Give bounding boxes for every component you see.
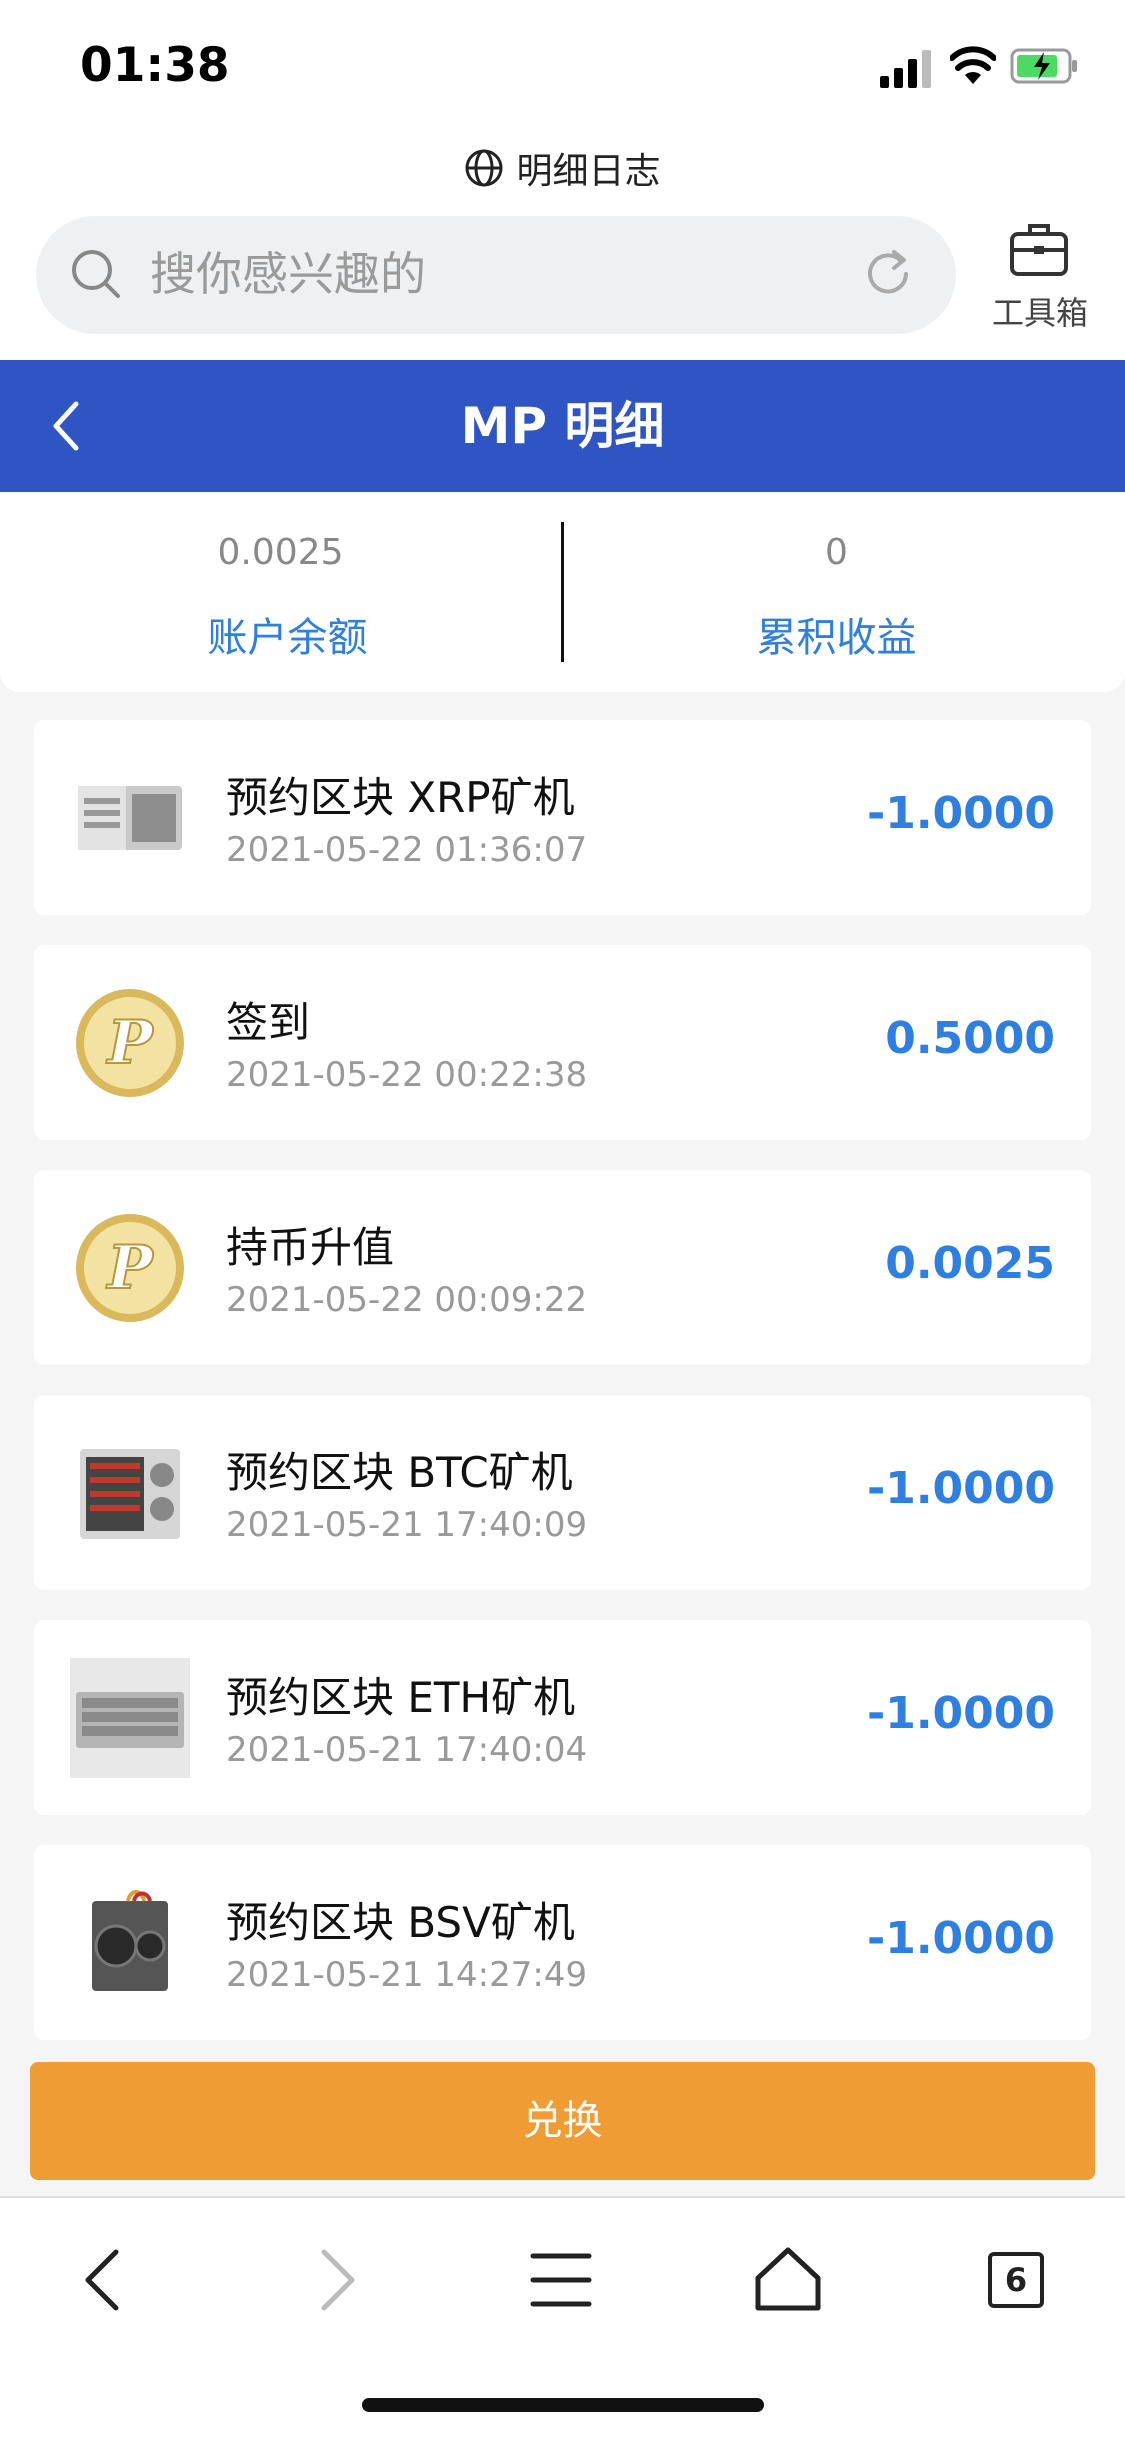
- record-date: 2021-05-22 01:36:07: [226, 830, 588, 870]
- svg-text:P: P: [105, 1008, 154, 1078]
- wifi-icon: [950, 46, 996, 84]
- tabs-button[interactable]: 6: [988, 2252, 1044, 2308]
- exchange-button[interactable]: 兑换: [30, 2062, 1095, 2180]
- record-date: 2021-05-21 17:40:09: [226, 1505, 588, 1545]
- refresh-icon[interactable]: [858, 244, 918, 304]
- search-input[interactable]: 搜你感兴趣的: [150, 246, 426, 302]
- record-name: 预约区块 BTC矿机: [226, 1448, 573, 1497]
- earnings-label: 累积收益: [756, 615, 917, 661]
- record-name: 预约区块 BSV矿机: [226, 1898, 575, 1947]
- list-item[interactable]: 预约区块 XRP矿机 2021-05-22 01:36:07 -1.0000: [34, 720, 1091, 915]
- home-icon[interactable]: [748, 2240, 828, 2320]
- eth-miner-image: [70, 1658, 190, 1778]
- battery-charging-icon: [1010, 48, 1077, 84]
- toolbox-label[interactable]: 工具箱: [985, 288, 1095, 334]
- cellular-signal-icon: [880, 50, 931, 88]
- site-title: 明细日志: [0, 140, 1125, 196]
- bsv-miner-image: [92, 1890, 168, 1991]
- record-date: 2021-05-22 00:22:38: [226, 1055, 588, 1095]
- list-item[interactable]: 预约区块 BSV矿机 2021-05-21 14:27:49 -1.0000: [34, 1845, 1091, 2040]
- record-amount: -1.0000: [866, 1463, 1055, 1514]
- search-icon: [72, 250, 120, 298]
- browser-back-icon[interactable]: [64, 2240, 144, 2320]
- record-name: 签到: [226, 998, 311, 1047]
- p-coin-icon: P: [76, 989, 184, 1097]
- earnings-value: 0: [825, 532, 848, 573]
- record-date: 2021-05-21 17:40:04: [226, 1730, 588, 1770]
- xrp-miner-image: [78, 786, 182, 850]
- record-amount: -1.0000: [866, 1688, 1055, 1739]
- list-item[interactable]: 预约区块 ETH矿机 2021-05-21 17:40:04 -1.0000: [34, 1620, 1091, 1815]
- svg-text:P: P: [105, 1233, 154, 1303]
- status-time: 01:38: [80, 38, 230, 93]
- list-item[interactable]: 预约区块 BTC矿机 2021-05-21 17:40:09 -1.0000: [34, 1395, 1091, 1590]
- list-item[interactable]: P 持币升值 2021-05-22 00:09:22 0.0025: [34, 1170, 1091, 1365]
- globe-icon: [465, 149, 503, 187]
- browser-forward-icon[interactable]: [296, 2240, 376, 2320]
- balance-value: 0.0025: [217, 532, 344, 573]
- balance-label: 账户余额: [207, 615, 368, 661]
- record-name: 预约区块 XRP矿机: [226, 773, 575, 822]
- record-amount: -1.0000: [866, 788, 1055, 839]
- site-title-text: 明细日志: [516, 151, 661, 192]
- p-coin-icon: P: [76, 1214, 184, 1322]
- record-amount: 0.0025: [885, 1238, 1055, 1289]
- record-name: 持币升值: [226, 1223, 395, 1272]
- record-amount: 0.5000: [885, 1013, 1055, 1064]
- list-item[interactable]: P 签到 2021-05-22 00:22:38 0.5000: [34, 945, 1091, 1140]
- record-amount: -1.0000: [866, 1913, 1055, 1964]
- record-date: 2021-05-22 00:09:22: [226, 1280, 588, 1320]
- toolbox-icon[interactable]: [1008, 218, 1070, 280]
- record-date: 2021-05-21 14:27:49: [226, 1955, 588, 1995]
- page-title: MP 明细: [460, 397, 665, 455]
- record-name: 预约区块 ETH矿机: [226, 1673, 576, 1722]
- home-indicator: [362, 2398, 764, 2412]
- menu-icon[interactable]: [521, 2240, 601, 2320]
- btc-miner-image: [80, 1449, 180, 1539]
